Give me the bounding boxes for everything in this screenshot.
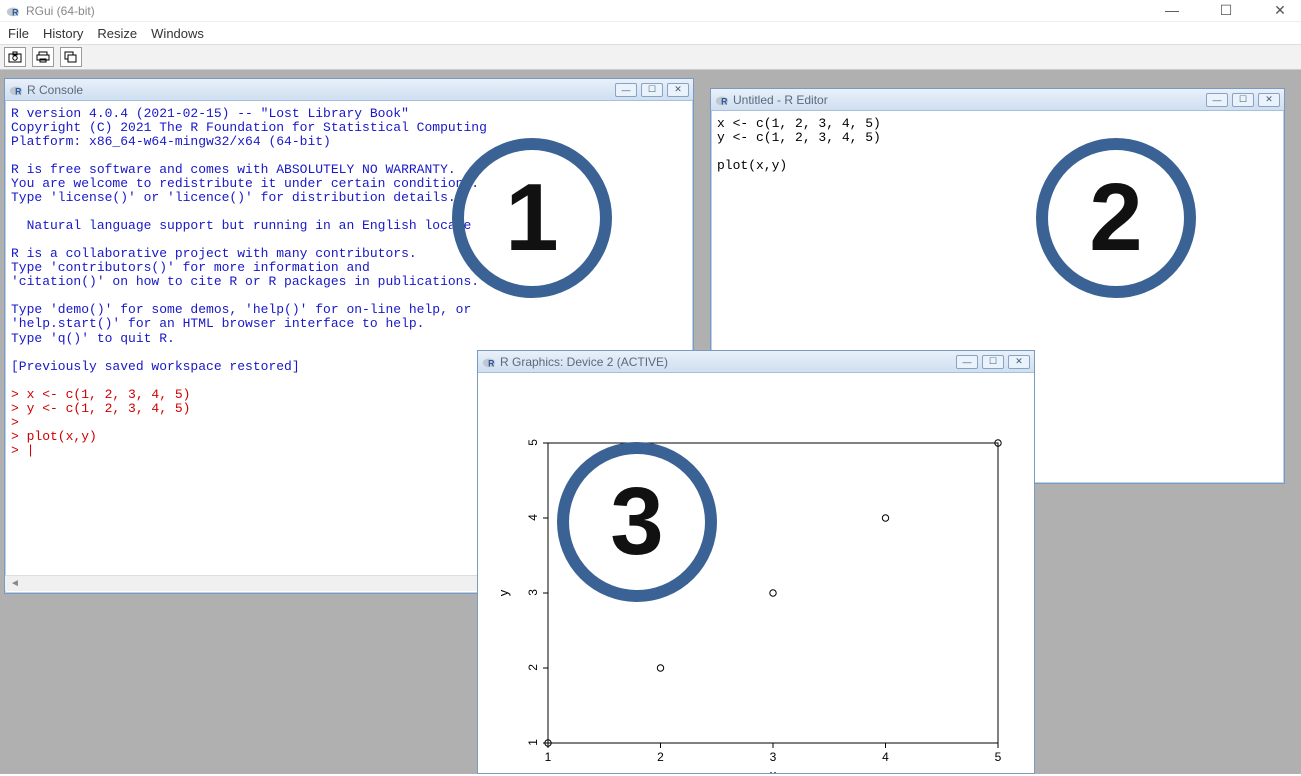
- r-logo-icon: R: [482, 355, 496, 369]
- graphics-window[interactable]: R R Graphics: Device 2 (ACTIVE) — ☐ ✕ 1 2…: [477, 350, 1035, 774]
- child-close-button[interactable]: ✕: [1258, 93, 1280, 107]
- console-title: R Console: [27, 83, 615, 97]
- child-close-button[interactable]: ✕: [1008, 355, 1030, 369]
- close-button[interactable]: ✕: [1265, 2, 1295, 19]
- svg-text:3: 3: [526, 589, 540, 596]
- graphics-titlebar[interactable]: R R Graphics: Device 2 (ACTIVE) — ☐ ✕: [478, 351, 1034, 373]
- svg-text:R: R: [15, 86, 22, 96]
- menubar: File History Resize Windows: [0, 22, 1301, 44]
- svg-text:2: 2: [657, 750, 664, 764]
- mdi-workspace: R R Console — ☐ ✕ R version 4.0.4 (2021-…: [0, 70, 1301, 774]
- menu-resize[interactable]: Resize: [97, 26, 137, 41]
- svg-text:4: 4: [882, 750, 889, 764]
- console-startup-text: R version 4.0.4 (2021-02-15) -- "Lost Li…: [11, 106, 487, 374]
- child-minimize-button[interactable]: —: [956, 355, 978, 369]
- r-logo-icon: R: [9, 83, 23, 97]
- child-minimize-button[interactable]: —: [1206, 93, 1228, 107]
- child-maximize-button[interactable]: ☐: [1232, 93, 1254, 107]
- camera-icon[interactable]: [4, 47, 26, 67]
- svg-text:2: 2: [526, 664, 540, 671]
- svg-text:R: R: [721, 96, 728, 106]
- svg-text:5: 5: [995, 750, 1002, 764]
- editor-title: Untitled - R Editor: [733, 93, 1206, 107]
- graphics-title: R Graphics: Device 2 (ACTIVE): [500, 355, 956, 369]
- menu-file[interactable]: File: [8, 26, 29, 41]
- console-titlebar[interactable]: R R Console — ☐ ✕: [5, 79, 693, 101]
- scroll-left-icon[interactable]: ◄: [7, 577, 23, 591]
- toolbar: [0, 44, 1301, 70]
- svg-text:5: 5: [526, 439, 540, 446]
- child-maximize-button[interactable]: ☐: [982, 355, 1004, 369]
- app-titlebar: R RGui (64-bit) — ☐ ✕: [0, 0, 1301, 22]
- svg-text:x: x: [770, 767, 777, 773]
- svg-text:y: y: [496, 589, 511, 596]
- svg-text:R: R: [488, 358, 495, 368]
- console-cursor: |: [27, 443, 35, 458]
- svg-text:1: 1: [545, 750, 552, 764]
- svg-text:4: 4: [526, 514, 540, 521]
- svg-text:R: R: [12, 7, 19, 17]
- plot-area: 1 2 3 4 5 1 2 3 4 5 y x: [478, 373, 1034, 773]
- cascade-icon[interactable]: [60, 47, 82, 67]
- menu-history[interactable]: History: [43, 26, 83, 41]
- maximize-button[interactable]: ☐: [1211, 2, 1241, 19]
- child-minimize-button[interactable]: —: [615, 83, 637, 97]
- editor-titlebar[interactable]: R Untitled - R Editor — ☐ ✕: [711, 89, 1284, 111]
- child-close-button[interactable]: ✕: [667, 83, 689, 97]
- svg-text:3: 3: [770, 750, 777, 764]
- scatter-plot: 1 2 3 4 5 1 2 3 4 5 y x: [478, 373, 1034, 773]
- console-input-text: > x <- c(1, 2, 3, 4, 5) > y <- c(1, 2, 3…: [11, 387, 190, 458]
- minimize-button[interactable]: —: [1157, 2, 1187, 19]
- app-title: RGui (64-bit): [26, 4, 1157, 18]
- svg-text:1: 1: [526, 739, 540, 746]
- r-logo-icon: R: [6, 4, 20, 18]
- r-logo-icon: R: [715, 93, 729, 107]
- printer-icon[interactable]: [32, 47, 54, 67]
- menu-windows[interactable]: Windows: [151, 26, 204, 41]
- child-maximize-button[interactable]: ☐: [641, 83, 663, 97]
